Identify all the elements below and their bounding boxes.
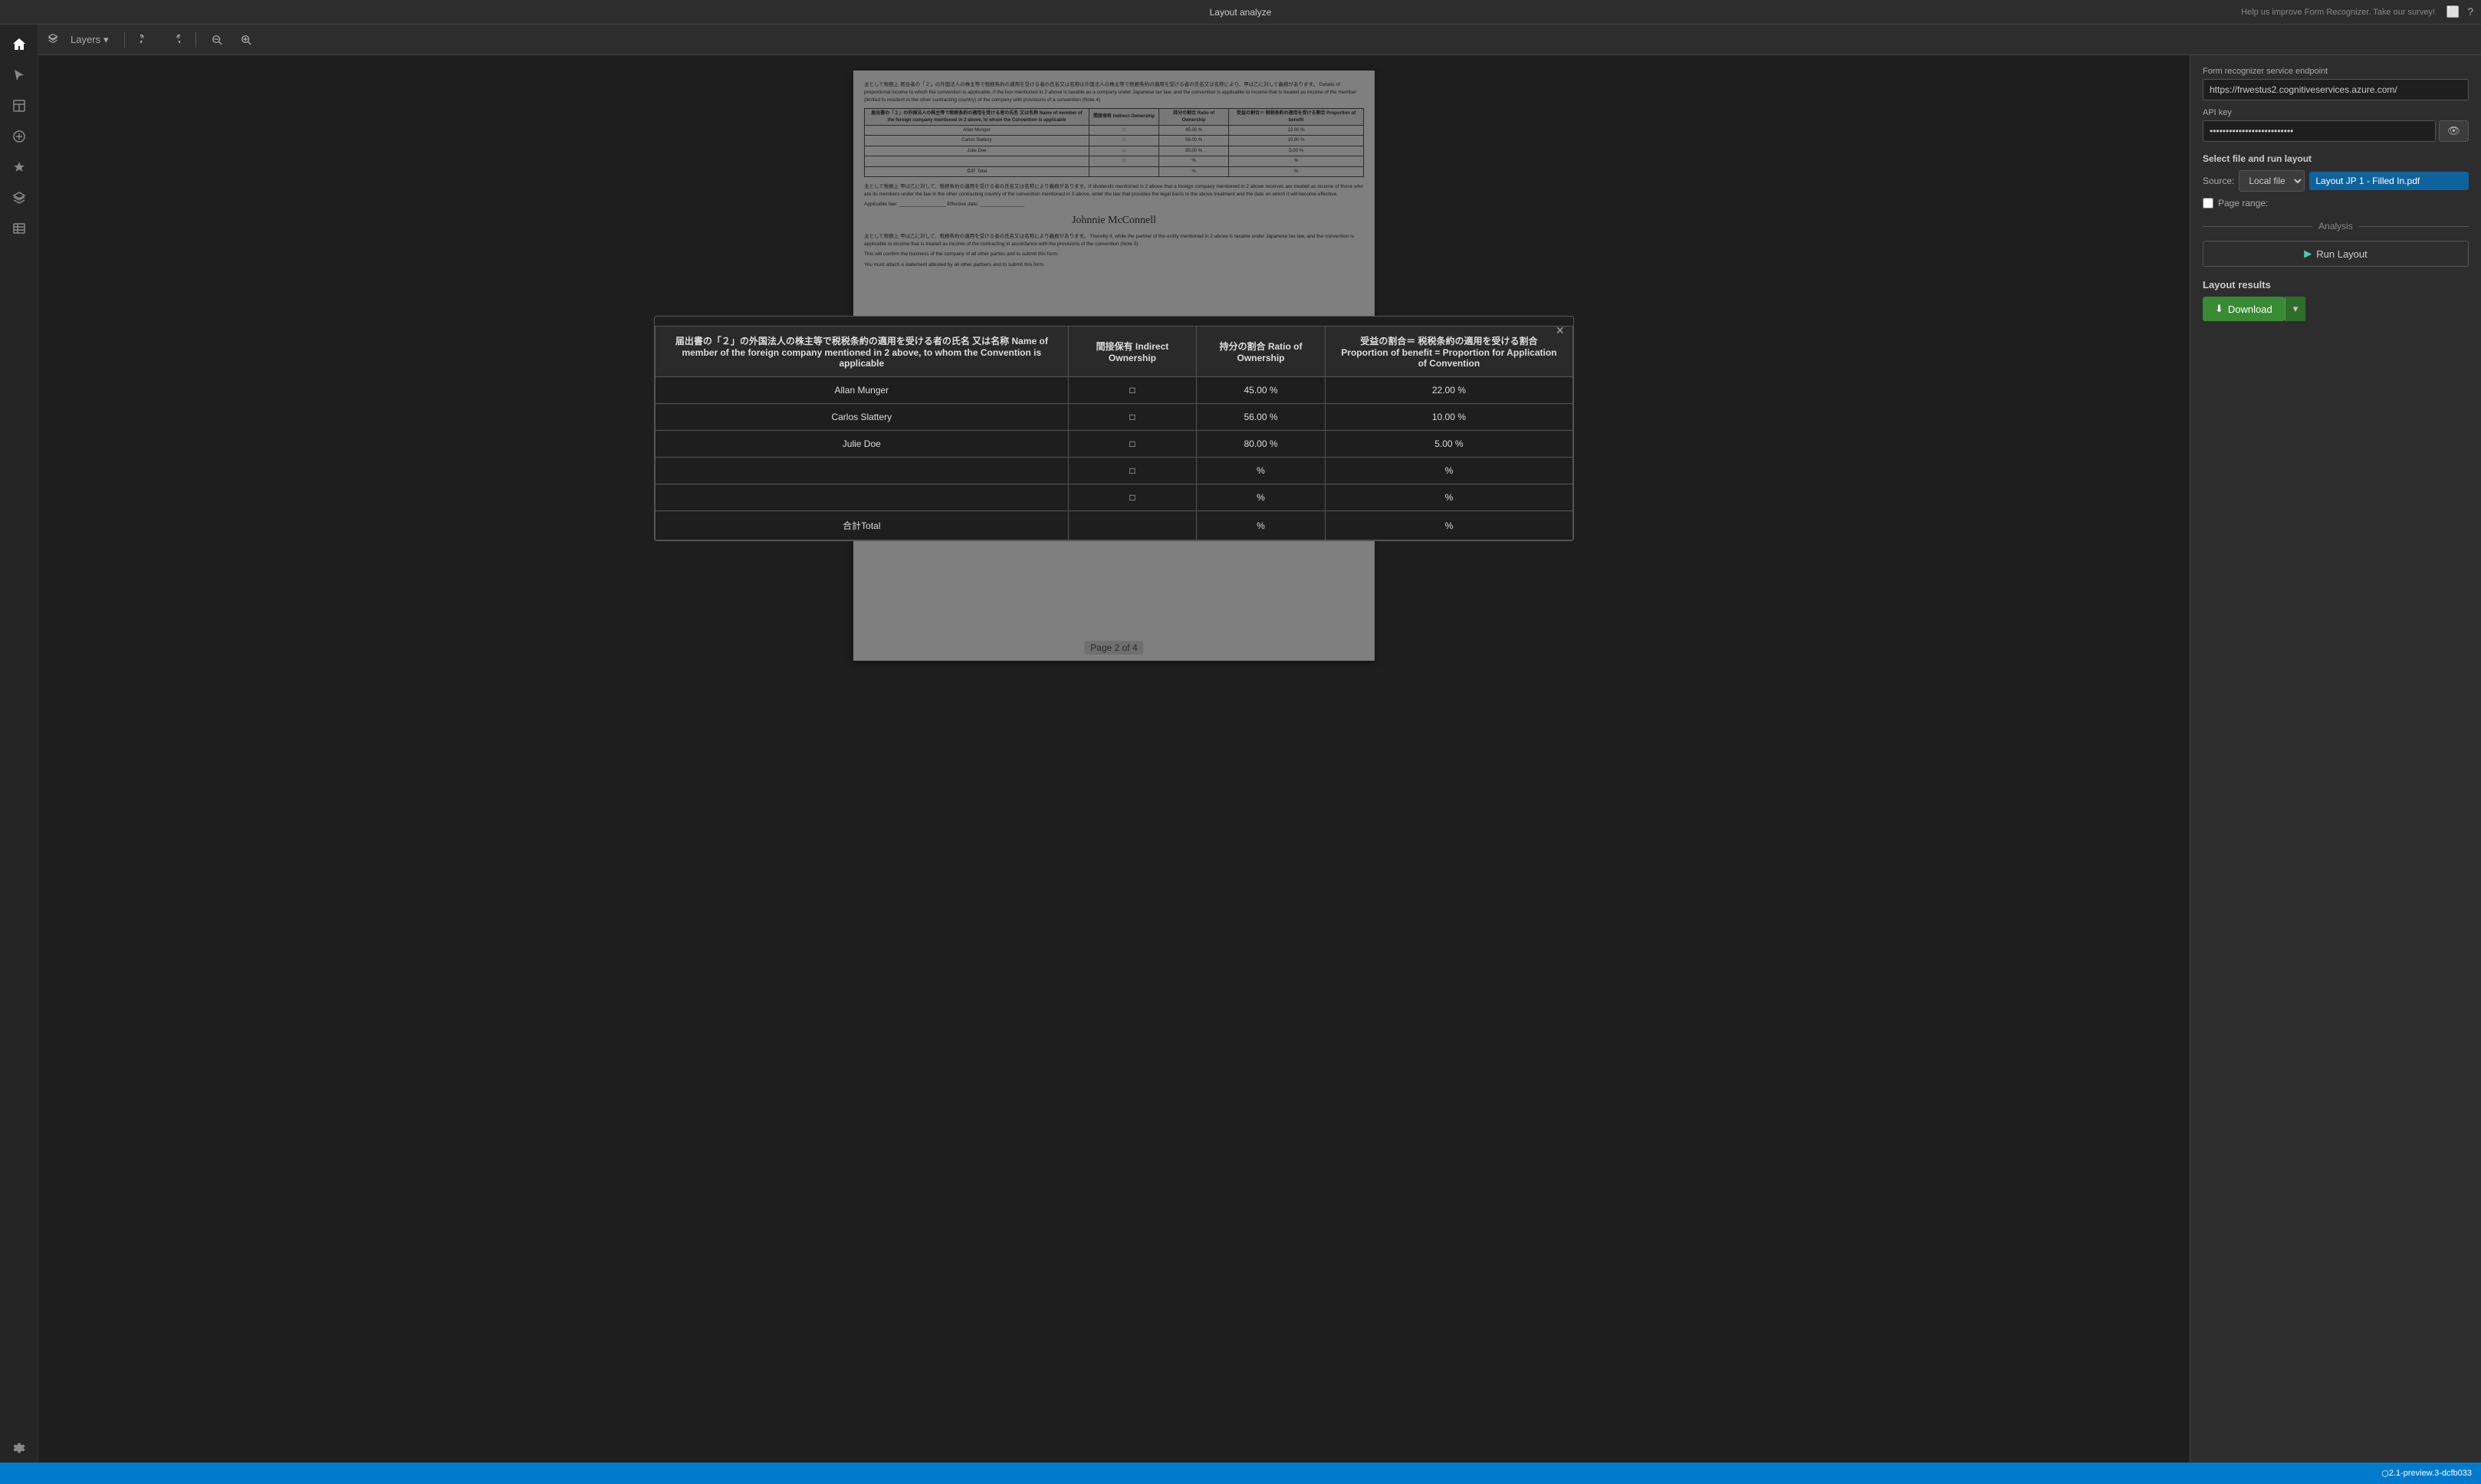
modal-cell-ratio-2: 80.00 %: [1197, 431, 1326, 458]
modal-table: 届出書の「２」の外国法人の株主等で税税条約の適用を受ける者の氏名 又は名称 Na…: [655, 326, 1573, 540]
select-file-heading: Select file and run layout: [2203, 153, 2312, 164]
modal-cell-benefit-1: 10.00 %: [1325, 404, 1572, 431]
zoom-out-btn[interactable]: [205, 31, 228, 48]
modal-cell-name-4: [656, 484, 1069, 511]
question-icon[interactable]: ?: [2467, 5, 2473, 18]
modal-table-row: □%%: [656, 484, 1573, 511]
modal-cell-benefit-5: %: [1325, 511, 1572, 540]
statusbar: ⬡ 2.1-preview.3-dcfb033: [0, 1463, 2481, 1484]
titlebar: Layout analyze Help us improve Form Reco…: [0, 0, 2481, 25]
modal-table-row: 合計Total%%: [656, 511, 1573, 540]
download-icon: ⬇: [2215, 303, 2223, 315]
modal-col-benefit: 受益の割合＝ 税税条約の適用を受ける割合 Proportion of benef…: [1325, 327, 1572, 377]
modal-cell-indirect-4: □: [1068, 484, 1197, 511]
modal-table-header-row: 届出書の「２」の外国法人の株主等で税税条約の適用を受ける者の氏名 又は名称 Na…: [656, 327, 1573, 377]
modal-close-btn[interactable]: ×: [1556, 323, 1564, 339]
right-panel: 📄 Layout Form recognizer service endpoin…: [2190, 25, 2481, 1463]
zoom-in-btn[interactable]: [235, 31, 258, 48]
api-key-label: API key: [2203, 108, 2469, 117]
page-range-label: Page range:: [2218, 198, 2268, 208]
endpoint-label: Form recognizer service endpoint: [2203, 67, 2469, 76]
api-key-input[interactable]: [2203, 120, 2436, 142]
run-icon: ▶: [2304, 248, 2312, 260]
modal-cell-name-2: Julie Doe: [656, 431, 1069, 458]
version-label: ⬡: [2381, 1469, 2389, 1479]
modal-cell-ratio-5: %: [1197, 511, 1326, 540]
run-layout-btn[interactable]: ▶ Run Layout: [2203, 241, 2469, 267]
analysis-label: Analysis: [2318, 221, 2353, 231]
source-label: Source:: [2203, 176, 2234, 186]
modal-cell-name-3: [656, 458, 1069, 484]
modal-cell-indirect-1: □: [1068, 404, 1197, 431]
api-key-row: 👁: [2203, 120, 2469, 142]
download-dropdown-btn[interactable]: ▾: [2285, 297, 2306, 321]
modal-dialog: × 届出書の「２」の外国法人の株主等で税税条約の適用を受ける者の氏名 又は名称 …: [654, 316, 1574, 541]
toolbar-sep-1: [124, 32, 125, 48]
sidebar-item-home[interactable]: [5, 31, 33, 58]
version-text: 2.1-preview.3-dcfb033: [2389, 1469, 2472, 1478]
modal-table-row: Carlos Slattery□56.00 %10.00 %: [656, 404, 1573, 431]
modal-cell-benefit-2: 5.00 %: [1325, 431, 1572, 458]
sidebar: [0, 25, 38, 1463]
modal-table-row: Allan Munger□45.00 %22.00 %: [656, 377, 1573, 404]
modal-table-row: □%%: [656, 458, 1573, 484]
download-btn[interactable]: ⬇ Download: [2203, 297, 2285, 321]
page-range-row: Page range:: [2203, 198, 2469, 208]
modal-cell-name-0: Allan Munger: [656, 377, 1069, 404]
modal-cell-ratio-0: 45.00 %: [1197, 377, 1326, 404]
help-text: Help us improve Form Recognizer. Take ou…: [2241, 8, 2435, 17]
modal-table-body: Allan Munger□45.00 %22.00 %Carlos Slatte…: [656, 377, 1573, 540]
results-title: Layout results: [2203, 279, 2469, 291]
download-row: ⬇ Download ▾: [2203, 297, 2469, 321]
modal-cell-benefit-3: %: [1325, 458, 1572, 484]
modal-col-indirect: 間接保有 Indirect Ownership: [1068, 327, 1197, 377]
source-select[interactable]: Local file URL: [2239, 170, 2305, 192]
modal-cell-ratio-1: 56.00 %: [1197, 404, 1326, 431]
layers-icon: [48, 33, 58, 46]
undo-btn[interactable]: [134, 31, 157, 48]
modal-cell-benefit-0: 22.00 %: [1325, 377, 1572, 404]
monitor-icon[interactable]: ⬜: [2446, 5, 2460, 18]
modal-cell-ratio-3: %: [1197, 458, 1326, 484]
file-name-box: Layout JP 1 - Filled In.pdf: [2309, 172, 2469, 190]
modal-cell-name-1: Carlos Slattery: [656, 404, 1069, 431]
modal-col-ratio: 持分の割合 Ratio of Ownership: [1197, 327, 1326, 377]
modal-cell-name-5: 合計Total: [656, 511, 1069, 540]
sidebar-item-star[interactable]: [5, 153, 33, 181]
sidebar-item-tag[interactable]: [5, 123, 33, 150]
modal-cell-ratio-4: %: [1197, 484, 1326, 511]
file-source-row: Source: Local file URL Layout JP 1 - Fil…: [2203, 170, 2469, 192]
sidebar-item-settings-bottom[interactable]: [5, 1435, 33, 1463]
page-range-checkbox[interactable]: [2203, 198, 2213, 208]
modal-cell-indirect-2: □: [1068, 431, 1197, 458]
layers-label-btn[interactable]: Layers ▾: [64, 31, 115, 49]
sidebar-item-cursor[interactable]: [5, 61, 33, 89]
sidebar-item-table[interactable]: [5, 215, 33, 242]
modal-cell-indirect-5: [1068, 511, 1197, 540]
modal-header: ×: [655, 317, 1573, 326]
sidebar-item-layout[interactable]: [5, 92, 33, 120]
download-label: Download: [2228, 304, 2272, 315]
run-layout-label: Run Layout: [2316, 248, 2368, 260]
download-dropdown-icon: ▾: [2293, 303, 2299, 314]
select-file-title: Select file and run layout: [2203, 153, 2469, 164]
modal-cell-benefit-4: %: [1325, 484, 1572, 511]
redo-btn[interactable]: [163, 31, 186, 48]
modal-table-row: Julie Doe□80.00 %5.00 %: [656, 431, 1573, 458]
analysis-divider: Analysis: [2203, 221, 2469, 231]
modal-overlay: × 届出書の「２」の外国法人の株主等で税税条約の適用を受ける者の氏名 又は名称 …: [38, 55, 2190, 1463]
endpoint-input[interactable]: [2203, 79, 2469, 100]
api-key-toggle-btn[interactable]: 👁: [2439, 120, 2469, 142]
modal-cell-indirect-0: □: [1068, 377, 1197, 404]
toolbar: Layers ▾: [38, 25, 2481, 55]
sidebar-item-layers[interactable]: [5, 184, 33, 212]
titlebar-icons: ⬜ ?: [2446, 5, 2473, 18]
app-title: Layout analyze: [1210, 7, 1272, 18]
layers-dropdown-icon: ▾: [104, 34, 109, 46]
modal-col-name: 届出書の「２」の外国法人の株主等で税税条約の適用を受ける者の氏名 又は名称 Na…: [656, 327, 1069, 377]
modal-cell-indirect-3: □: [1068, 458, 1197, 484]
layers-label: Layers: [71, 34, 100, 45]
